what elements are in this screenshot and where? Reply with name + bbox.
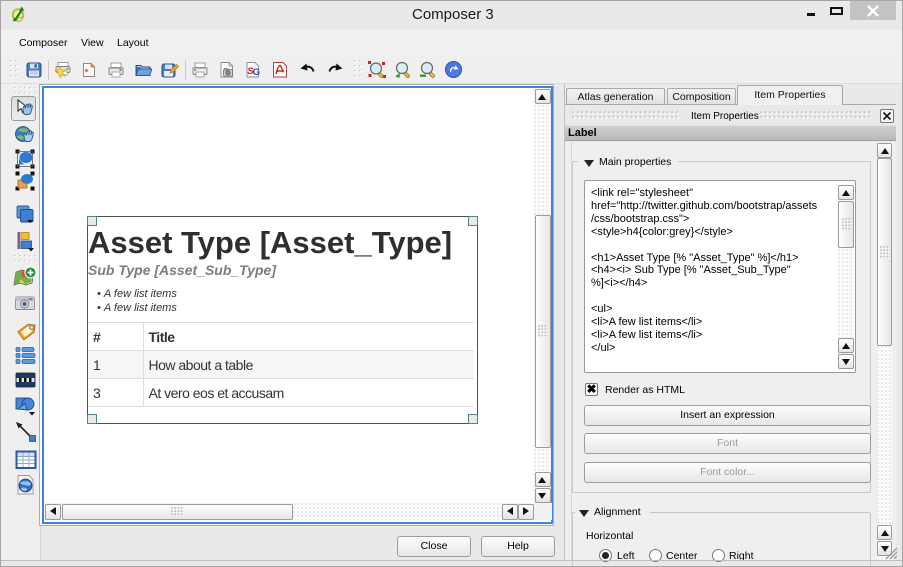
svg-text:G: G xyxy=(253,67,260,78)
